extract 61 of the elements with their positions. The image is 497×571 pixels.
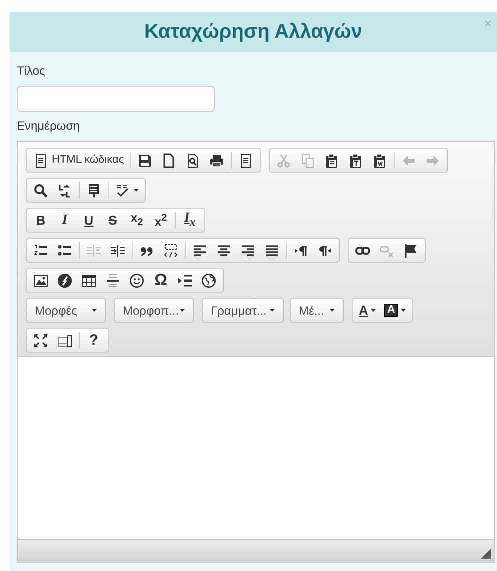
align-left-icon [192,242,208,258]
indent-icon [110,242,126,258]
dropdown[interactable]: Γραμματ... [202,298,284,323]
globe-icon [201,272,217,288]
bolt-circle-icon [57,272,73,288]
div-block-icon [163,242,179,258]
caret-icon [92,309,97,312]
field-label: Ενημέρωση [17,119,82,134]
page-break-icon [177,272,193,288]
field-label: Τίλος [17,64,46,79]
spellcheck-icon [115,182,131,198]
dropdown-label: Γραμματ... [211,304,267,318]
resize-handle-icon[interactable] [481,549,491,559]
justify-icon [264,242,280,258]
superscript-button[interactable]: x$^{2}$ [149,210,173,232]
background-color-button[interactable]: A [380,300,410,322]
source-button[interactable]: HTML κώδικας [29,150,128,172]
dropdown[interactable]: Μορφοπ... [114,298,194,323]
caret-icon [330,309,335,312]
help-button[interactable]: ? [82,330,106,352]
caret-icon [401,309,406,312]
image-icon [33,272,49,288]
outdent-icon [86,242,102,258]
bulleted-list-icon [57,242,73,258]
dialog-title: Καταχώρηση Αλλαγών [144,20,363,44]
document-icon [161,152,178,168]
bold-button[interactable]: B [29,210,53,232]
align-center-icon [216,242,232,258]
floppy-icon [137,152,154,168]
special-character-button[interactable]: Ω [149,270,173,292]
dropdown-label: Μορφές [35,304,78,318]
smiley-icon [129,272,145,288]
remove-format-button[interactable]: I$_{x}$ [178,210,202,232]
title-input[interactable] [17,86,215,112]
horizontal-rule-icon [105,272,121,288]
numbered-list-icon [33,242,49,258]
strikethrough-button[interactable]: S [101,210,125,232]
scissors-icon [276,152,292,168]
search-icon [33,182,49,198]
blocks-icon [57,332,73,348]
dropdown-label: Μορφοπ... [123,304,180,318]
printer-icon [209,152,226,168]
dropdown[interactable]: Μέ... [290,298,344,323]
table-icon [81,272,97,288]
underline-button[interactable]: U [77,210,101,232]
dropdown[interactable]: Μορφές [26,298,106,323]
flag-icon [403,242,419,258]
select-all-icon [86,182,102,198]
text-color-button[interactable]: A [355,300,380,322]
caret-icon [371,309,376,312]
caret-icon [180,309,185,312]
replace-icon [57,182,73,198]
caret-icon [134,189,139,192]
caret-icon [270,309,275,312]
document-lines-icon [33,152,49,168]
dropdown-label: Μέ... [299,304,324,318]
subscript-button[interactable]: x$_{2}$ [125,210,149,232]
italic-button[interactable]: I [53,210,77,232]
align-right-icon [240,242,256,258]
copy-icon [300,152,316,168]
expand-arrows-icon [33,332,49,348]
